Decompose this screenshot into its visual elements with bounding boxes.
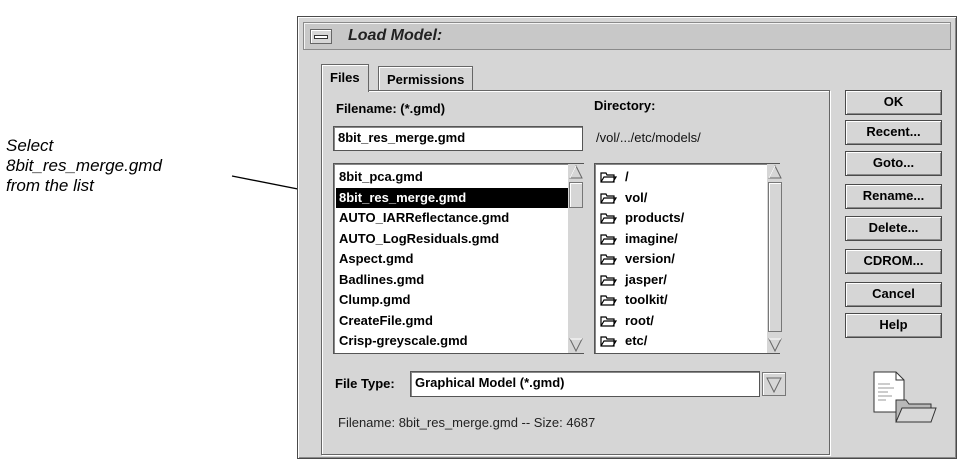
folder-open-icon [600, 316, 617, 327]
file-list-item-selected[interactable]: 8bit_res_merge.gmd [336, 187, 581, 208]
file-type-label: File Type: [335, 376, 395, 391]
cancel-button[interactable]: Cancel [845, 282, 942, 307]
goto-button[interactable]: Goto... [845, 151, 942, 176]
file-list[interactable]: 8bit_pca.gmd 8bit_res_merge.gmd AUTO_IAR… [333, 163, 584, 354]
directory-list-item[interactable]: jasper/ [597, 270, 777, 291]
directory-path: /vol/.../etc/models/ [596, 130, 701, 145]
directory-name: jasper/ [625, 271, 667, 287]
directory-name: etc/ [625, 333, 648, 348]
rename-button[interactable]: Rename... [845, 184, 942, 209]
file-type-select[interactable]: Graphical Model (*.gmd) [410, 371, 760, 397]
scroll-down-arrow-icon[interactable] [767, 337, 783, 353]
directory-list-scrollbar[interactable] [767, 164, 783, 353]
delete-button[interactable]: Delete... [845, 216, 942, 241]
directory-name: vol/ [625, 189, 648, 205]
file-list-scroll-thumb[interactable] [569, 182, 583, 208]
directory-name: root/ [625, 312, 654, 328]
file-list-item[interactable]: AUTO_LogResiduals.gmd [336, 229, 581, 250]
directory-name: imagine/ [625, 230, 678, 246]
callout-arrow [231, 175, 334, 199]
directory-list-item[interactable]: products/ [597, 208, 777, 229]
title-bar: Load Model: [303, 22, 951, 50]
file-list-item[interactable]: Clump.gmd [336, 290, 581, 311]
directory-label: Directory: [594, 98, 656, 113]
file-list-scrollbar[interactable] [568, 164, 584, 353]
directory-list-item[interactable]: version/ [597, 249, 777, 270]
directory-list-item[interactable]: / [597, 167, 777, 188]
filename-label: Filename: (*.gmd) [336, 101, 446, 116]
directory-list-item[interactable]: root/ [597, 311, 777, 332]
chevron-down-icon [766, 377, 782, 394]
document-folder-icon [873, 371, 937, 423]
folder-open-icon [600, 254, 617, 265]
status-text: Filename: 8bit_res_merge.gmd -- Size: 46… [338, 415, 596, 430]
file-list-item[interactable]: 8bit_pca.gmd [336, 167, 581, 188]
filename-input[interactable]: 8bit_res_merge.gmd [333, 126, 583, 151]
directory-list-item[interactable]: toolkit/ [597, 290, 777, 311]
window-title: Load Model: [348, 27, 443, 44]
file-list-item[interactable]: AUTO_IARReflectance.gmd [336, 208, 581, 229]
help-button[interactable]: Help [845, 313, 942, 338]
file-list-item[interactable]: Aspect.gmd [336, 249, 581, 270]
folder-open-icon [600, 275, 617, 286]
recent-button[interactable]: Recent... [845, 120, 942, 145]
load-model-dialog: Load Model: Files Permissions Filename: … [297, 16, 957, 459]
scroll-down-arrow-icon[interactable] [568, 337, 584, 353]
file-list-item[interactable]: CreateFile.gmd [336, 311, 581, 332]
folder-open-icon [600, 295, 617, 306]
file-type-dropdown-button[interactable] [762, 372, 786, 396]
window-menu-button[interactable] [310, 29, 332, 44]
tab-files[interactable]: Files [321, 64, 369, 92]
folder-open-icon [600, 213, 617, 224]
directory-list[interactable]: / vol/ products/ imagine/ version/ jaspe… [594, 163, 780, 354]
ok-button[interactable]: OK [845, 90, 942, 115]
folder-open-icon [600, 336, 617, 347]
directory-list-item[interactable]: etc/ [597, 331, 777, 352]
directory-name: / [625, 169, 629, 184]
folder-open-icon [600, 234, 617, 245]
scroll-up-arrow-icon[interactable] [767, 164, 783, 180]
directory-list-scroll-thumb[interactable] [768, 182, 782, 332]
scroll-up-arrow-icon[interactable] [568, 164, 584, 180]
directory-name: version/ [625, 251, 675, 266]
file-list-item[interactable]: Badlines.gmd [336, 270, 581, 291]
directory-list-item[interactable]: imagine/ [597, 229, 777, 250]
window-menu-icon [314, 35, 328, 39]
file-list-item[interactable]: Crisp-greyscale.gmd [336, 331, 581, 352]
folder-open-icon [600, 193, 617, 204]
folder-open-icon [600, 172, 617, 183]
cdrom-button[interactable]: CDROM... [845, 249, 942, 274]
tab-permissions[interactable]: Permissions [378, 66, 474, 92]
directory-list-item[interactable]: vol/ [597, 188, 777, 209]
directory-name: toolkit/ [625, 292, 668, 307]
directory-name: products/ [625, 210, 685, 225]
